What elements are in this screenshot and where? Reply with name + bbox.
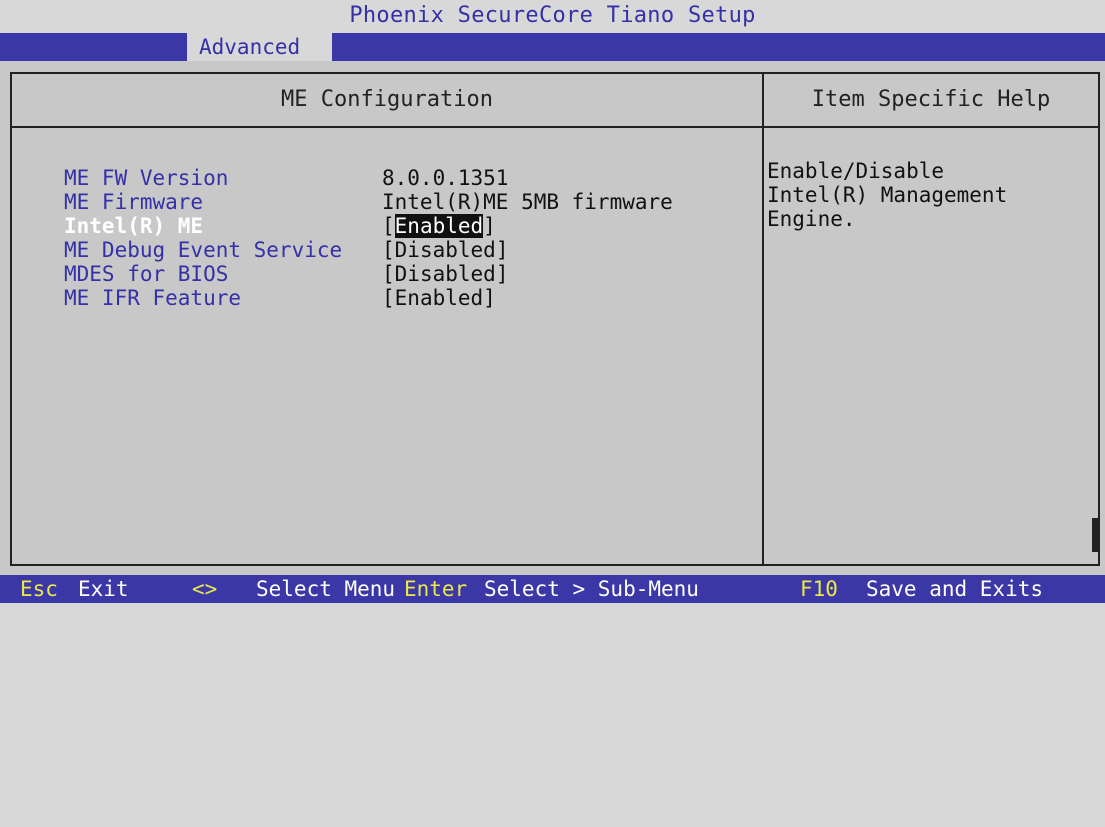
setting-label: Intel(R) ME — [64, 214, 204, 238]
setting-label: ME IFR Feature — [64, 286, 242, 310]
bracket-close: ] — [483, 286, 496, 310]
setting-value: 8.0.0.1351 — [382, 166, 509, 190]
setting-label: ME Firmware — [64, 190, 204, 214]
panel-title: ME Configuration — [281, 87, 493, 112]
setting-value: Intel(R)ME 5MB firmware — [382, 190, 673, 214]
setting-me-ifr-feature[interactable]: ME IFR Feature [Enabled] — [64, 286, 754, 310]
setting-intel-me[interactable]: Intel(R) ME [Enabled] — [64, 214, 754, 238]
setting-label: ME FW Version — [64, 166, 229, 190]
help-text: Enable/Disable Intel(R) Management Engin… — [767, 159, 1008, 231]
menu-bar: Advanced — [0, 33, 1105, 61]
config-frame: ME Configuration Item Specific Help ME F… — [10, 72, 1100, 566]
setting-option[interactable]: [Enabled] — [382, 286, 496, 310]
help-title: Item Specific Help — [811, 87, 1051, 112]
option-value[interactable]: Disabled — [395, 238, 496, 262]
option-value[interactable]: Disabled — [395, 262, 496, 286]
scrollbar-thumb[interactable] — [1092, 518, 1098, 552]
option-value[interactable]: Enabled — [395, 286, 484, 310]
tab-advanced[interactable]: Advanced — [187, 33, 332, 61]
key-f10: F10 — [800, 577, 838, 601]
setting-option[interactable]: [Enabled] — [382, 214, 496, 238]
header-divider — [12, 126, 1098, 128]
bracket-close: ] — [483, 214, 496, 238]
action-exit: Exit — [78, 577, 129, 601]
bracket-open: [ — [382, 262, 395, 286]
key-arrows: <> — [192, 577, 218, 601]
bracket-open: [ — [382, 214, 395, 238]
setting-mdes-for-bios[interactable]: MDES for BIOS [Disabled] — [64, 262, 754, 286]
setting-me-fw-version: ME FW Version 8.0.0.1351 — [64, 166, 754, 190]
setting-me-firmware: ME Firmware Intel(R)ME 5MB firmware — [64, 190, 754, 214]
key-enter: Enter — [404, 577, 468, 601]
main-area: ME Configuration Item Specific Help ME F… — [0, 61, 1105, 575]
setting-option[interactable]: [Disabled] — [382, 238, 508, 262]
bracket-open: [ — [382, 286, 395, 310]
setting-label: ME Debug Event Service — [64, 238, 343, 262]
setting-label: MDES for BIOS — [64, 262, 229, 286]
action-select-submenu: Select > Sub-Menu — [484, 577, 699, 601]
title-bar: Phoenix SecureCore Tiano Setup — [0, 0, 1105, 33]
status-bar: Esc Exit <> Select Menu Enter Select > S… — [0, 575, 1105, 603]
action-save-and-exit: Save and Exits — [866, 577, 1044, 601]
bracket-close: ] — [495, 238, 509, 262]
bracket-open: [ — [382, 238, 395, 262]
selected-option-value[interactable]: Enabled — [394, 214, 484, 238]
column-divider — [762, 74, 764, 564]
setting-me-debug-event-service[interactable]: ME Debug Event Service [Disabled] — [64, 238, 754, 262]
app-title: Phoenix SecureCore Tiano Setup — [349, 3, 756, 28]
key-esc: Esc — [20, 577, 58, 601]
bracket-close: ] — [495, 262, 509, 286]
action-select-menu: Select Menu — [256, 577, 396, 601]
setting-option[interactable]: [Disabled] — [382, 262, 508, 286]
